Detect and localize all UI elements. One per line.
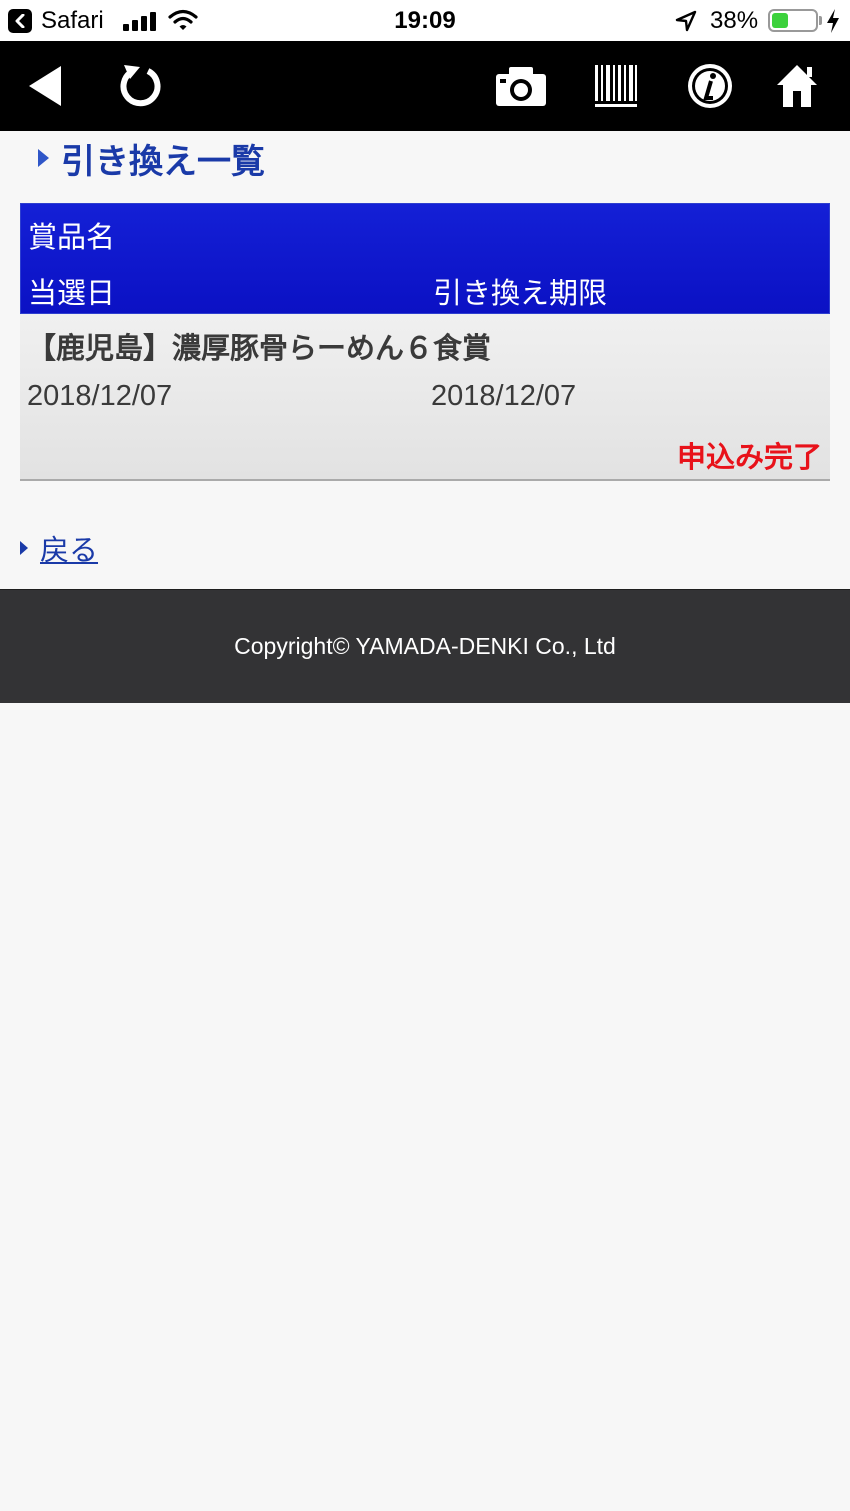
row-prize-name: 【鹿児島】濃厚豚骨らーめん６食賞 (27, 331, 492, 365)
location-icon (675, 10, 697, 32)
prize-table: 賞品名 当選日 引き換え期限 【鹿児島】濃厚豚骨らーめん６食賞 2018/12/… (20, 203, 830, 481)
back-arrow-icon[interactable] (20, 41, 70, 131)
table-header: 賞品名 当選日 引き換え期限 (20, 203, 830, 314)
status-bar: Safari 19:09 38% (0, 0, 850, 41)
row-expiry: 2018/12/07 (431, 380, 577, 412)
battery-percent: 38% (710, 7, 759, 34)
camera-icon[interactable] (492, 41, 550, 131)
header-win-date: 当選日 (28, 276, 116, 310)
header-expiry: 引き換え期限 (433, 276, 608, 310)
refresh-icon[interactable] (112, 41, 167, 131)
battery-level-fill (772, 13, 788, 28)
toolbar (0, 41, 850, 131)
status-badge: 申込み完了 (676, 440, 822, 474)
charging-icon (827, 9, 839, 33)
page-title-block: 引き換え一覧 (38, 136, 265, 182)
page-title: 引き換え一覧 (61, 141, 265, 182)
table-row[interactable]: 【鹿児島】濃厚豚骨らーめん６食賞 2018/12/07 2018/12/07 申… (20, 314, 830, 481)
back-link-arrow-icon (20, 541, 28, 555)
battery-cap (819, 16, 822, 25)
info-icon[interactable] (684, 41, 736, 131)
copyright-text: Copyright© YAMADA-DENKI Co., Ltd (234, 633, 616, 659)
barcode-icon[interactable] (590, 41, 642, 131)
home-icon[interactable] (770, 41, 824, 131)
battery-icon (768, 9, 818, 32)
title-arrow-icon (38, 149, 49, 167)
back-link[interactable]: 戻る (40, 527, 98, 569)
row-win-date: 2018/12/07 (27, 380, 173, 412)
footer: Copyright© YAMADA-DENKI Co., Ltd (0, 589, 850, 703)
back-link-block: 戻る (20, 528, 98, 568)
header-prize-name: 賞品名 (28, 220, 116, 254)
